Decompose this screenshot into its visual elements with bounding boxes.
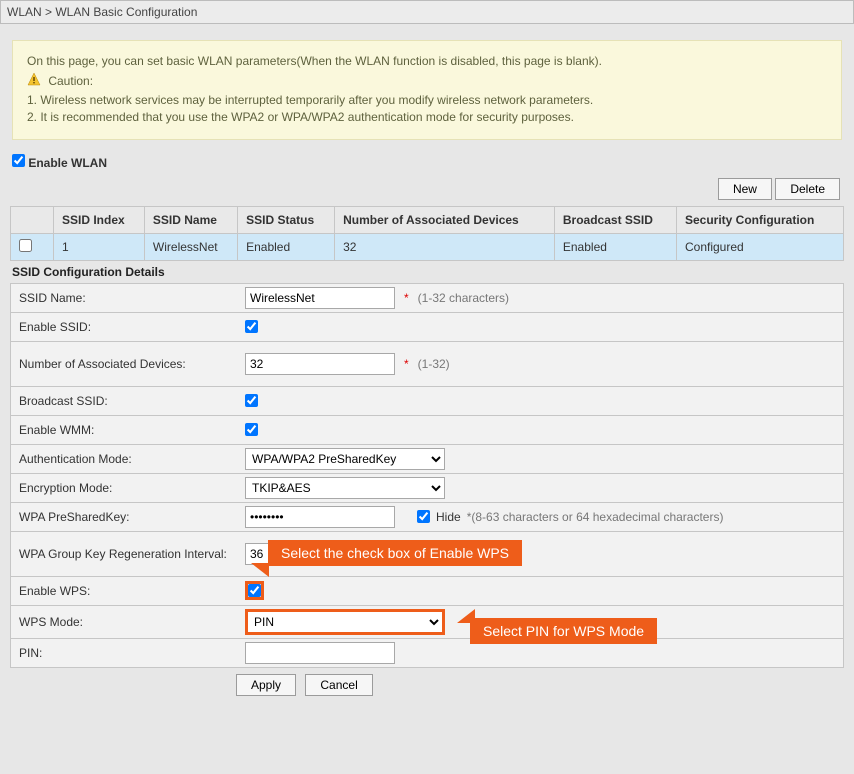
- cell-status: Enabled: [238, 233, 335, 260]
- pin-input[interactable]: [245, 642, 395, 664]
- notice-line1: 1. Wireless network services may be inte…: [27, 92, 827, 109]
- required-mark: *: [404, 291, 409, 305]
- col-assoc: Number of Associated Devices: [335, 206, 555, 233]
- auth-mode-label: Authentication Mode:: [11, 448, 237, 470]
- apply-button[interactable]: Apply: [236, 674, 296, 696]
- cell-name: WirelessNet: [144, 233, 237, 260]
- enable-wmm-checkbox[interactable]: [245, 423, 258, 436]
- enc-mode-select[interactable]: TKIP&AES: [245, 477, 445, 499]
- warning-icon: [27, 72, 41, 91]
- table-row[interactable]: 1 WirelessNet Enabled 32 Enabled Configu…: [11, 233, 844, 260]
- enable-wps-checkbox[interactable]: [248, 584, 261, 597]
- enable-ssid-checkbox[interactable]: [245, 320, 258, 333]
- section-title: SSID Configuration Details: [0, 261, 854, 283]
- broadcast-ssid-label: Broadcast SSID:: [11, 390, 237, 412]
- cancel-button[interactable]: Cancel: [305, 674, 372, 696]
- assoc-label: Number of Associated Devices:: [11, 351, 237, 377]
- psk-input[interactable]: [245, 506, 395, 528]
- pin-label: PIN:: [11, 642, 237, 664]
- assoc-input[interactable]: [245, 353, 395, 375]
- breadcrumb: WLAN > WLAN Basic Configuration: [0, 0, 854, 24]
- notice-intro: On this page, you can set basic WLAN par…: [27, 53, 827, 70]
- hide-psk-checkbox[interactable]: [417, 510, 430, 523]
- ssid-name-input[interactable]: [245, 287, 395, 309]
- col-ssid-status: SSID Status: [238, 206, 335, 233]
- new-button[interactable]: New: [718, 178, 772, 200]
- psk-label: WPA PreSharedKey:: [11, 506, 237, 528]
- required-mark: *: [404, 357, 409, 371]
- row-select-checkbox[interactable]: [19, 239, 32, 252]
- assoc-hint: (1-32): [418, 357, 450, 371]
- enable-wps-highlight: [245, 581, 264, 600]
- enc-mode-label: Encryption Mode:: [11, 477, 237, 499]
- ssid-table: SSID Index SSID Name SSID Status Number …: [10, 206, 844, 261]
- enable-ssid-label: Enable SSID:: [11, 316, 237, 338]
- delete-button[interactable]: Delete: [775, 178, 840, 200]
- notice-line2: 2. It is recommended that you use the WP…: [27, 109, 827, 126]
- cell-sec: Configured: [676, 233, 843, 260]
- broadcast-ssid-checkbox[interactable]: [245, 394, 258, 407]
- callout-wps-mode: Select PIN for WPS Mode: [471, 619, 656, 643]
- ssid-name-hint: (1-32 characters): [418, 291, 509, 305]
- enable-wlan-checkbox[interactable]: [12, 154, 25, 167]
- enable-wlan-label: Enable WLAN: [28, 156, 107, 170]
- caution-label: Caution:: [48, 74, 93, 88]
- psk-hint: *(8-63 characters or 64 hexadecimal char…: [467, 510, 724, 524]
- col-ssid-index: SSID Index: [54, 206, 145, 233]
- wps-mode-label: WPS Mode:: [11, 611, 237, 633]
- cell-idx: 1: [54, 233, 145, 260]
- cell-bcast: Enabled: [554, 233, 676, 260]
- enable-wps-label: Enable WPS:: [11, 580, 237, 602]
- ssid-name-label: SSID Name:: [11, 287, 237, 309]
- enable-wmm-label: Enable WMM:: [11, 419, 237, 441]
- regen-label: WPA Group Key Regeneration Interval:: [11, 541, 237, 567]
- col-ssid-name: SSID Name: [144, 206, 237, 233]
- col-security: Security Configuration: [676, 206, 843, 233]
- col-broadcast: Broadcast SSID: [554, 206, 676, 233]
- notice-panel: On this page, you can set basic WLAN par…: [12, 40, 842, 140]
- wps-mode-select[interactable]: PIN: [245, 609, 445, 635]
- cell-assoc: 32: [335, 233, 555, 260]
- hide-label: Hide: [436, 510, 461, 524]
- auth-mode-select[interactable]: WPA/WPA2 PreSharedKey: [245, 448, 445, 470]
- callout-enable-wps: Select the check box of Enable WPS: [269, 541, 521, 565]
